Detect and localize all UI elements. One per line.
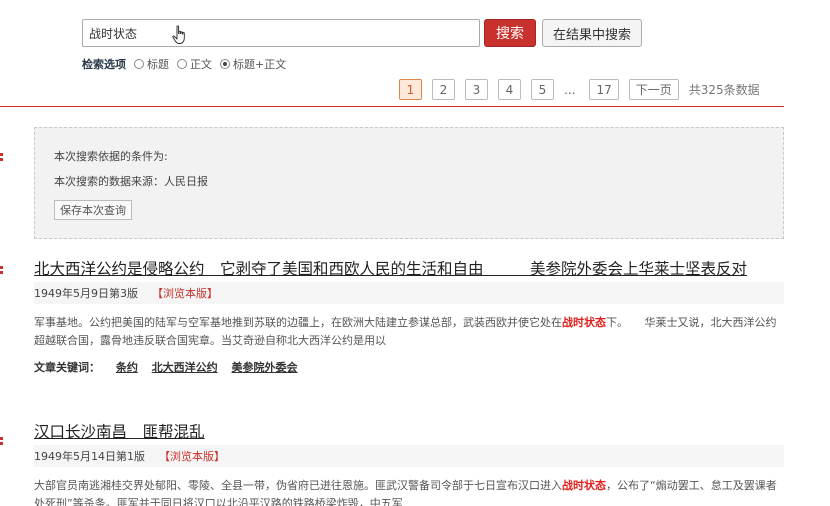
pagination: 1 2 3 4 5 ... 17 下一页 共325条数据 xyxy=(399,79,760,100)
result-date: 1949年5月9日第3版 xyxy=(34,287,138,300)
keyword-highlight: 战时状态 xyxy=(562,316,606,329)
search-button[interactable]: 搜索 xyxy=(484,19,536,47)
result-snippet: 军事基地。公约把美国的陆军与空军基地推到苏联的边疆上，在欧洲大陆建立参谋总部，武… xyxy=(34,316,777,347)
keyword-link[interactable]: 北大西洋公约 xyxy=(152,361,218,374)
result-meta: 1949年5月9日第3版 【浏览本版】 xyxy=(34,282,784,304)
option-body[interactable]: 正文 xyxy=(177,56,212,72)
page-5-button[interactable]: 5 xyxy=(531,79,554,100)
result-keywords: 文章关键词： 条约 北大西洋公约 美参院外委会 xyxy=(34,359,784,375)
side-marker xyxy=(0,436,4,446)
page-ellipsis: ... xyxy=(564,82,576,97)
keyword-link[interactable]: 条约 xyxy=(116,361,138,374)
result-item: 汉口长沙南昌 匪帮混乱 1949年5月14日第1版 【浏览本版】 大部官员南逃湘… xyxy=(34,423,784,506)
radio-icon[interactable] xyxy=(134,59,144,69)
search-options-label: 检索选项 xyxy=(82,58,126,71)
page-last-button[interactable]: 17 xyxy=(589,79,619,100)
result-meta: 1949年5月14日第1版 【浏览本版】 xyxy=(34,445,784,467)
page-2-button[interactable]: 2 xyxy=(432,79,455,100)
search-input[interactable] xyxy=(82,19,480,47)
keyword-link[interactable]: 美参院外委会 xyxy=(232,361,298,374)
page-4-button[interactable]: 4 xyxy=(498,79,521,100)
search-bar: 搜索 在结果中搜索 xyxy=(82,19,643,47)
page-3-button[interactable]: 3 xyxy=(465,79,488,100)
keyword-highlight: 战时状态 xyxy=(562,479,606,492)
result-snippet: 大部官员南逃湘桂交界处郁阳、零陵、全县一带，伪省府已迸往恩施。匪武汉警备司令部于… xyxy=(34,479,777,506)
next-page-button[interactable]: 下一页 xyxy=(628,79,679,100)
result-item: 北大西洋公约是侵略公约 它剥夺了美国和西欧人民的生活和自由 美参院外委会上华莱士… xyxy=(34,260,784,375)
save-query-button[interactable]: 保存本次查询 xyxy=(54,200,132,220)
result-title[interactable]: 北大西洋公约是侵略公约 它剥夺了美国和西欧人民的生活和自由 美参院外委会上华莱士… xyxy=(34,260,784,279)
option-title[interactable]: 标题 xyxy=(134,56,169,72)
option-title-and-body[interactable]: 标题+正文 xyxy=(220,56,286,72)
criteria-source: 本次搜索的数据来源：人民日报 xyxy=(54,175,208,188)
side-marker xyxy=(0,265,4,275)
search-in-results-button[interactable]: 在结果中搜索 xyxy=(542,19,643,47)
page-1-button[interactable]: 1 xyxy=(399,79,422,100)
hand-cursor-icon xyxy=(172,25,185,44)
search-criteria-panel: 本次搜索依据的条件为: 本次搜索的数据来源：人民日报 保存本次查询 xyxy=(34,127,784,239)
browse-page-link[interactable]: 【浏览本版】 xyxy=(159,448,225,464)
radio-checked-icon[interactable] xyxy=(220,59,230,69)
radio-icon[interactable] xyxy=(177,59,187,69)
side-marker xyxy=(0,152,4,162)
search-options: 检索选项 标题 正文 标题+正文 xyxy=(82,56,294,72)
criteria-heading: 本次搜索依据的条件为: xyxy=(54,150,168,163)
header-divider xyxy=(0,106,784,107)
result-total: 共325条数据 xyxy=(688,83,760,97)
keywords-label: 文章关键词： xyxy=(34,361,100,374)
result-date: 1949年5月14日第1版 xyxy=(34,450,145,463)
browse-page-link[interactable]: 【浏览本版】 xyxy=(152,285,218,301)
result-title[interactable]: 汉口长沙南昌 匪帮混乱 xyxy=(34,423,784,442)
